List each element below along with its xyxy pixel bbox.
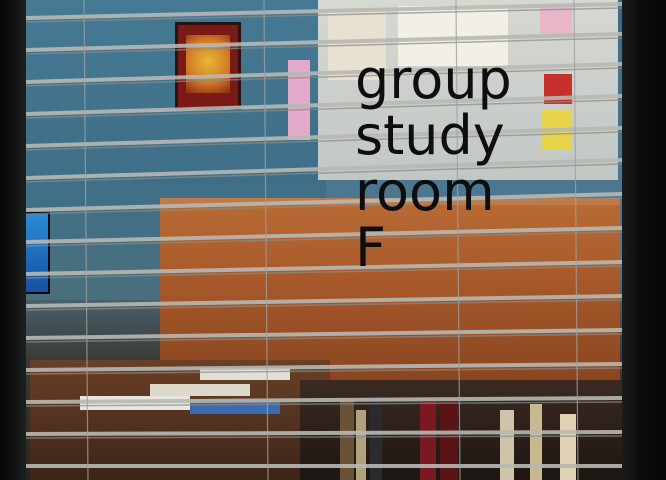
sign-line-group: group — [355, 48, 512, 111]
door-frame-left — [0, 0, 26, 480]
sign-line-letter: F — [355, 216, 387, 279]
sign-line-study: study — [355, 104, 505, 167]
door-frame-right — [622, 0, 666, 480]
group-study-room-window: group study room F — [0, 0, 666, 480]
room-sign-lettering: group study room F — [355, 52, 575, 276]
sign-line-room: room — [355, 160, 495, 223]
